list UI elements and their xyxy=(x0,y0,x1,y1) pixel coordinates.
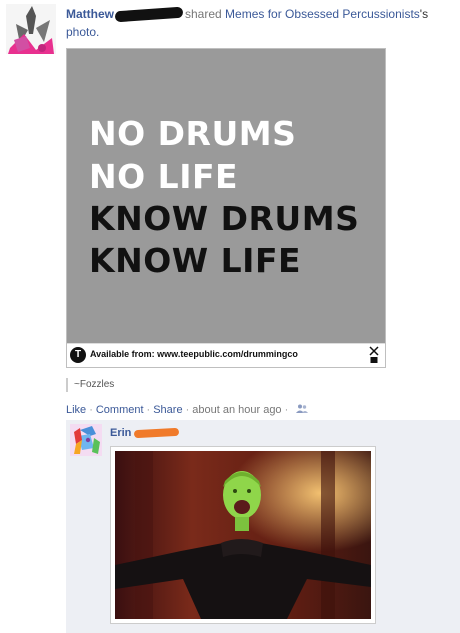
available-text: Available from: www.teepublic.com/drummi… xyxy=(90,349,298,359)
photo-caption: ~Fozzles xyxy=(66,378,114,392)
comment-link[interactable]: Comment xyxy=(96,404,144,416)
share-link[interactable]: Share xyxy=(153,404,182,416)
pony-avatar-image xyxy=(70,424,102,456)
hourglass-icon xyxy=(369,346,379,364)
separator: · xyxy=(146,404,151,416)
timestamp[interactable]: about an hour ago xyxy=(192,404,281,416)
poster-name[interactable]: Matthew xyxy=(66,7,114,21)
separator: · xyxy=(185,404,190,416)
separator: · xyxy=(89,404,93,416)
photo-line-3: KNOW DRUMS xyxy=(89,199,360,238)
photo-line-4: KNOW LIFE xyxy=(89,241,302,280)
photo-line-1: NO DRUMS xyxy=(89,114,297,153)
action-row: Like · Comment · Share · about an hour ago · xyxy=(66,403,309,418)
poster-avatar[interactable] xyxy=(6,4,56,54)
commenter-avatar[interactable] xyxy=(70,424,102,456)
comment-photo-image xyxy=(115,451,371,619)
redaction-scribble xyxy=(114,6,184,23)
page-link[interactable]: Memes for Obsessed Percussionists xyxy=(225,7,420,21)
tshirt-icon: T xyxy=(70,347,86,363)
photo-footer: T Available from: www.teepublic.com/drum… xyxy=(67,343,385,367)
shared-photo[interactable]: NO DRUMS NO LIFE KNOW DRUMS KNOW LIFE T … xyxy=(66,48,386,368)
shared-text: shared xyxy=(185,7,222,21)
commenter-name[interactable]: Erin xyxy=(110,427,131,439)
avatar-image xyxy=(6,4,56,54)
people-icon[interactable] xyxy=(293,404,309,416)
comment-photo[interactable] xyxy=(110,446,376,624)
like-link[interactable]: Like xyxy=(66,404,86,416)
post-headline: Matthew shared Memes for Obsessed Percuss… xyxy=(66,5,456,41)
separator: · xyxy=(284,404,289,416)
possessive-text: 's xyxy=(419,7,429,21)
redaction-scribble xyxy=(134,427,180,439)
photo-line-2: NO LIFE xyxy=(89,157,239,196)
photo-link[interactable]: photo. xyxy=(66,25,99,39)
commenter-name-row: Erin xyxy=(110,427,180,439)
